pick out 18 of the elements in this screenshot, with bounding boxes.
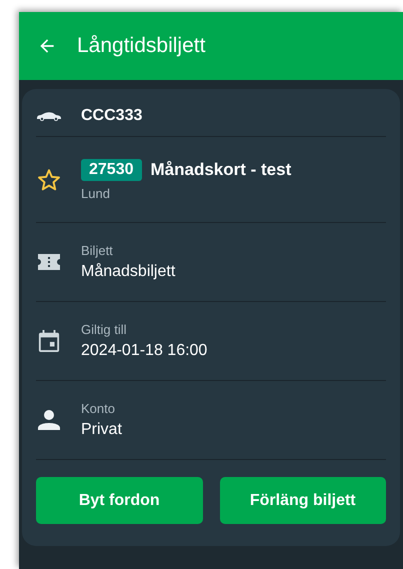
- action-button[interactable]: Förläng biljett: [220, 477, 386, 524]
- detail-label: Biljett: [81, 243, 114, 258]
- zone-code-badge: 27530: [81, 158, 142, 180]
- detail-value: 2024-01-18 16:00: [81, 342, 208, 360]
- zone-name: Månadskort - test: [150, 160, 292, 180]
- vehicle-plate: CCC333: [81, 106, 142, 124]
- car-icon: [36, 110, 62, 120]
- calendar-icon: [36, 330, 62, 352]
- detail-label: Giltig till: [81, 322, 128, 337]
- person-icon: [36, 410, 62, 430]
- star-icon[interactable]: [36, 166, 62, 192]
- screen-title: Långtidsbiljett: [77, 34, 206, 58]
- detail-value: Privat: [81, 421, 122, 439]
- detail-label: Konto: [81, 401, 116, 416]
- city-label: Lund: [81, 186, 111, 200]
- ticket-icon: [36, 254, 62, 270]
- detail-value: Månadsbiljett: [81, 263, 176, 281]
- action-button[interactable]: Byt fordon: [36, 477, 202, 524]
